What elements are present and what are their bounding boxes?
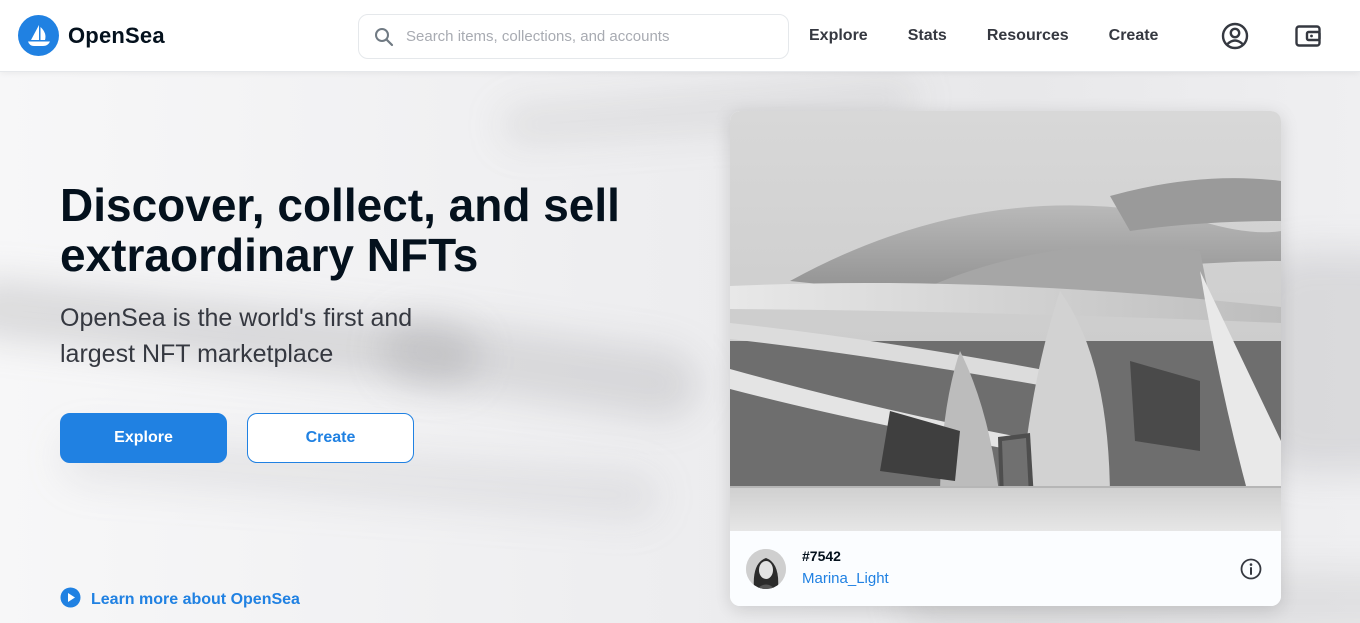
account-icon[interactable]	[1221, 22, 1249, 50]
search-input[interactable]	[406, 28, 786, 45]
nft-item-number: #7542	[802, 548, 841, 564]
wallet-icon[interactable]	[1294, 22, 1322, 50]
hero-subtitle: OpenSea is the world's first and largest…	[60, 304, 413, 368]
opensea-boat-icon	[18, 15, 59, 56]
nav-stats[interactable]: Stats	[908, 27, 947, 45]
nav-explore[interactable]: Explore	[809, 27, 868, 45]
logo-text: OpenSea	[68, 22, 165, 48]
learn-more-label: Learn more about OpenSea	[91, 591, 300, 608]
explore-button[interactable]: Explore	[60, 413, 227, 463]
featured-nft-card[interactable]: #7542 Marina_Light	[730, 111, 1281, 606]
hero-title: Discover, collect, and sell extraordinar…	[60, 179, 620, 281]
hero-section: Discover, collect, and sell extraordinar…	[0, 72, 1360, 623]
creator-name-link[interactable]: Marina_Light	[802, 570, 889, 587]
card-footer: #7542 Marina_Light	[730, 531, 1281, 606]
search-bar[interactable]	[358, 14, 789, 59]
create-button[interactable]: Create	[247, 413, 414, 463]
nav-resources[interactable]: Resources	[987, 27, 1069, 45]
nav-create[interactable]: Create	[1109, 27, 1159, 45]
creator-avatar[interactable]	[746, 549, 786, 589]
top-navbar: OpenSea Explore Stats Resources Create	[0, 0, 1360, 72]
featured-nft-image	[730, 111, 1281, 531]
opensea-logo[interactable]: OpenSea	[18, 15, 165, 56]
learn-more-link[interactable]: Learn more about OpenSea	[60, 587, 300, 613]
main-nav: Explore Stats Resources Create	[809, 0, 1158, 72]
info-icon[interactable]	[1240, 558, 1262, 580]
play-icon	[60, 587, 81, 613]
search-icon	[374, 27, 394, 47]
